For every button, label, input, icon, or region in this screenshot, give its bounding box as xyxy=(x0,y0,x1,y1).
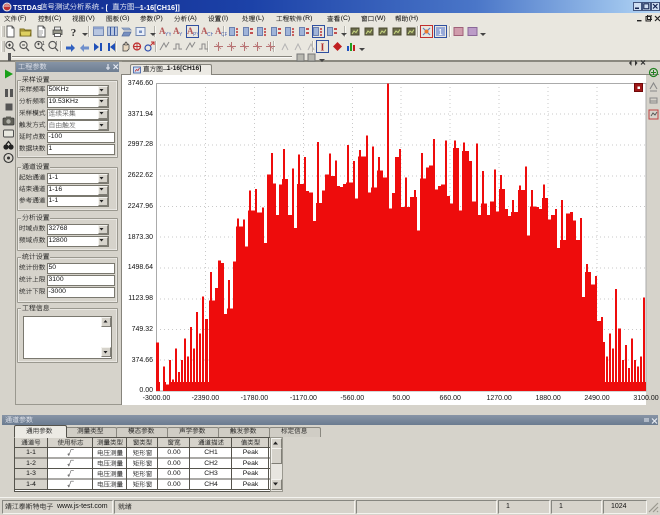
svg-text:Y: Y xyxy=(179,32,183,38)
svg-text:PY: PY xyxy=(193,32,199,38)
svg-text:CP: CP xyxy=(221,32,227,38)
svg-text:I: I xyxy=(321,43,325,54)
svg-text:1: 1 xyxy=(438,28,443,37)
svg-text:?: ? xyxy=(71,27,77,38)
svg-text:1: 1 xyxy=(42,41,45,47)
svg-text:YY: YY xyxy=(165,32,171,38)
svg-text:CH: CH xyxy=(207,32,213,38)
svg-text:!: ! xyxy=(56,41,57,47)
